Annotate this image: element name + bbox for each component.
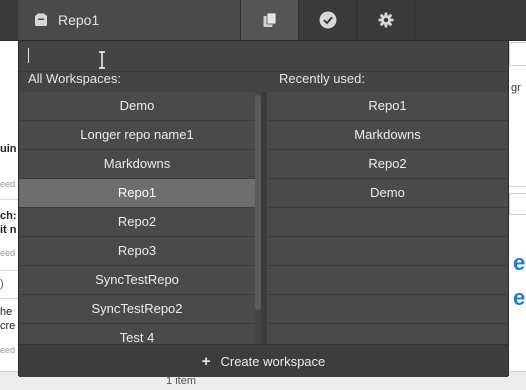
all-workspaces-scrollbar[interactable]: [255, 95, 261, 310]
bg-input: [509, 193, 526, 215]
plus-icon: +: [201, 352, 211, 370]
workspace-item[interactable]: Demo: [19, 92, 255, 121]
repo-selector-button[interactable]: Repo1: [18, 0, 240, 40]
create-workspace-button[interactable]: + Create workspace: [19, 344, 508, 377]
workspace-item[interactable]: Repo2: [19, 208, 255, 237]
recent-workspace-item[interactable]: Repo2: [267, 150, 508, 179]
bg-text: ): [0, 278, 4, 290]
recently-used-list: Repo1 Markdowns Repo2 Demo: [267, 92, 508, 344]
bg-text: eed: [0, 248, 16, 258]
workspace-item[interactable]: Longer repo name1: [19, 121, 255, 150]
empty-list-row: [267, 266, 508, 295]
bg-text: cre: [0, 320, 16, 332]
text-caret: [28, 48, 29, 63]
bg-text: he: [0, 306, 13, 318]
create-workspace-label: Create workspace: [220, 353, 326, 369]
bg-text: gr: [511, 82, 521, 94]
repository-icon: [34, 13, 48, 27]
empty-list-row: [267, 324, 508, 344]
recent-workspace-item[interactable]: Repo1: [267, 92, 508, 121]
workspace-item[interactable]: Test 4: [19, 324, 255, 344]
repo-selector-label: Repo1: [58, 12, 100, 28]
all-workspaces-title: All Workspaces:: [28, 71, 121, 86]
recent-workspace-item[interactable]: Demo: [267, 179, 508, 208]
empty-list-row: [267, 295, 508, 324]
gear-icon: [378, 12, 394, 28]
empty-list-row: [267, 237, 508, 266]
bg-heading: e: [513, 250, 526, 275]
workspace-popup: All Workspaces: Recently used: Demo Longe…: [18, 40, 509, 377]
bg-input: [509, 42, 526, 66]
bg-text: ch:: [0, 210, 17, 222]
empty-list-row: [267, 208, 508, 237]
bg-text: eed: [0, 179, 16, 189]
repositories-icon: [262, 12, 278, 28]
bg-text: eed: [0, 345, 16, 355]
recently-used-title: Recently used:: [279, 71, 365, 86]
recent-workspace-item[interactable]: Markdowns: [267, 121, 508, 150]
background-left-pane: uin eed ch: it n eed ) he cre eed: [0, 40, 18, 389]
workspace-item[interactable]: SyncTestRepo2: [19, 295, 255, 324]
workspace-search-row: [19, 41, 508, 72]
bg-text: it n: [0, 224, 17, 236]
status-button[interactable]: [298, 0, 357, 40]
workspace-item[interactable]: Repo1: [19, 179, 255, 208]
bg-text: uin: [0, 143, 17, 155]
settings-button[interactable]: [356, 0, 415, 40]
check-circle-icon: [319, 11, 337, 29]
repositories-button[interactable]: [240, 0, 299, 40]
background-right-pane: gr e e: [509, 40, 526, 389]
workspace-item[interactable]: Repo3: [19, 237, 255, 266]
workspace-item[interactable]: Markdowns: [19, 150, 255, 179]
workspace-item[interactable]: SyncTestRepo: [19, 266, 255, 295]
all-workspaces-list: Demo Longer repo name1 Markdowns Repo1 Repo2…: [19, 92, 255, 344]
bg-heading: e: [513, 285, 526, 310]
top-toolbar: Repo1: [0, 0, 526, 41]
